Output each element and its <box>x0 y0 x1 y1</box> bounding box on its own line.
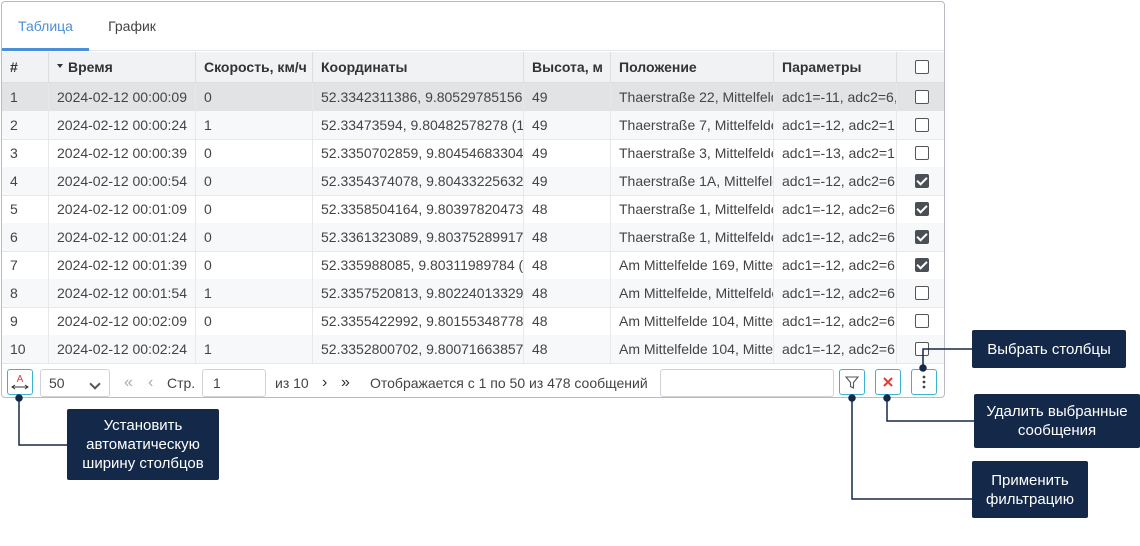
callout-auto-width: Установить автоматическую ширину столбцо… <box>67 409 219 480</box>
callout-delete-selected: Удалить выбранные сообщения <box>974 394 1140 448</box>
callout-apply-filter: Применить фильтрацию <box>972 461 1088 518</box>
callout-choose-columns: Выбрать столбцы <box>972 330 1126 368</box>
